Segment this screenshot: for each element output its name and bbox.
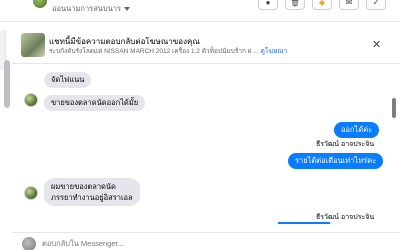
ad-thumbnail[interactable]: [21, 33, 45, 57]
mail-button[interactable]: ✉: [339, 0, 359, 10]
outgoing-message: รายได้ต่อเดือนเท่าไหร่คะ: [288, 153, 384, 169]
page-avatar: [22, 237, 36, 250]
trash-icon: 🗑: [289, 0, 301, 7]
reply-input[interactable]: [42, 237, 242, 249]
ad-banner-subtitle: ระบกังดับรังโลดแต่ NISSAN MARCH 2012 เคร…: [49, 46, 287, 56]
typing-indicator-line: [278, 222, 330, 224]
ad-reply-banner: แชทนี้มีข้อความตอบกลับต่อโฆษณาของคุณ ระบ…: [12, 28, 400, 64]
chevron-down-icon: [124, 7, 131, 11]
page-selector[interactable]: ออนนามการสนบนาร: [52, 3, 131, 15]
trash-button[interactable]: 🗑: [285, 0, 305, 10]
close-icon[interactable]: ✕: [372, 38, 381, 51]
tag-button[interactable]: ◆: [312, 0, 332, 10]
page-name: ออนนามการสนบนาร: [52, 4, 122, 13]
conversation-header: ออนนามการสนบนาร ● 🗑 ◆ ✉ ✓: [0, 0, 400, 22]
customer-avatar[interactable]: [24, 186, 38, 200]
page-avatar[interactable]: [33, 0, 47, 8]
ad-description: ระบกังดับรังโลดแต่ NISSAN MARCH 2012 เคร…: [49, 48, 259, 55]
info-icon: ●: [265, 0, 271, 7]
incoming-message: ผมขายของตลาดนัด ภรรยาทำงานอยู่อิสราเอล: [44, 178, 140, 206]
sender-name: ธีรวัฒน์ อาจประจิน: [316, 141, 375, 148]
check-button[interactable]: ✓: [366, 0, 386, 10]
messages-scrollbar[interactable]: [392, 98, 396, 118]
view-ad-link[interactable]: ดูโฆษณา: [261, 48, 288, 55]
reply-composer: [12, 232, 400, 250]
check-icon: ✓: [372, 0, 380, 7]
mail-icon: ✉: [345, 0, 353, 7]
outgoing-message: ออกได้ค่ะ: [334, 122, 380, 138]
left-scrollbar[interactable]: [4, 60, 10, 108]
incoming-message: ขายของตลาดนัดออกได้มั้ย: [44, 95, 146, 111]
message-line: ผมขายของตลาดนัด: [51, 182, 116, 191]
tag-icon: ◆: [318, 0, 326, 7]
customer-avatar[interactable]: [24, 93, 38, 107]
info-button[interactable]: ●: [258, 0, 278, 10]
incoming-message: จัดไฟแนน: [44, 72, 92, 88]
message-line: ภรรยาทำงานอยู่อิสราเอล: [51, 193, 133, 202]
